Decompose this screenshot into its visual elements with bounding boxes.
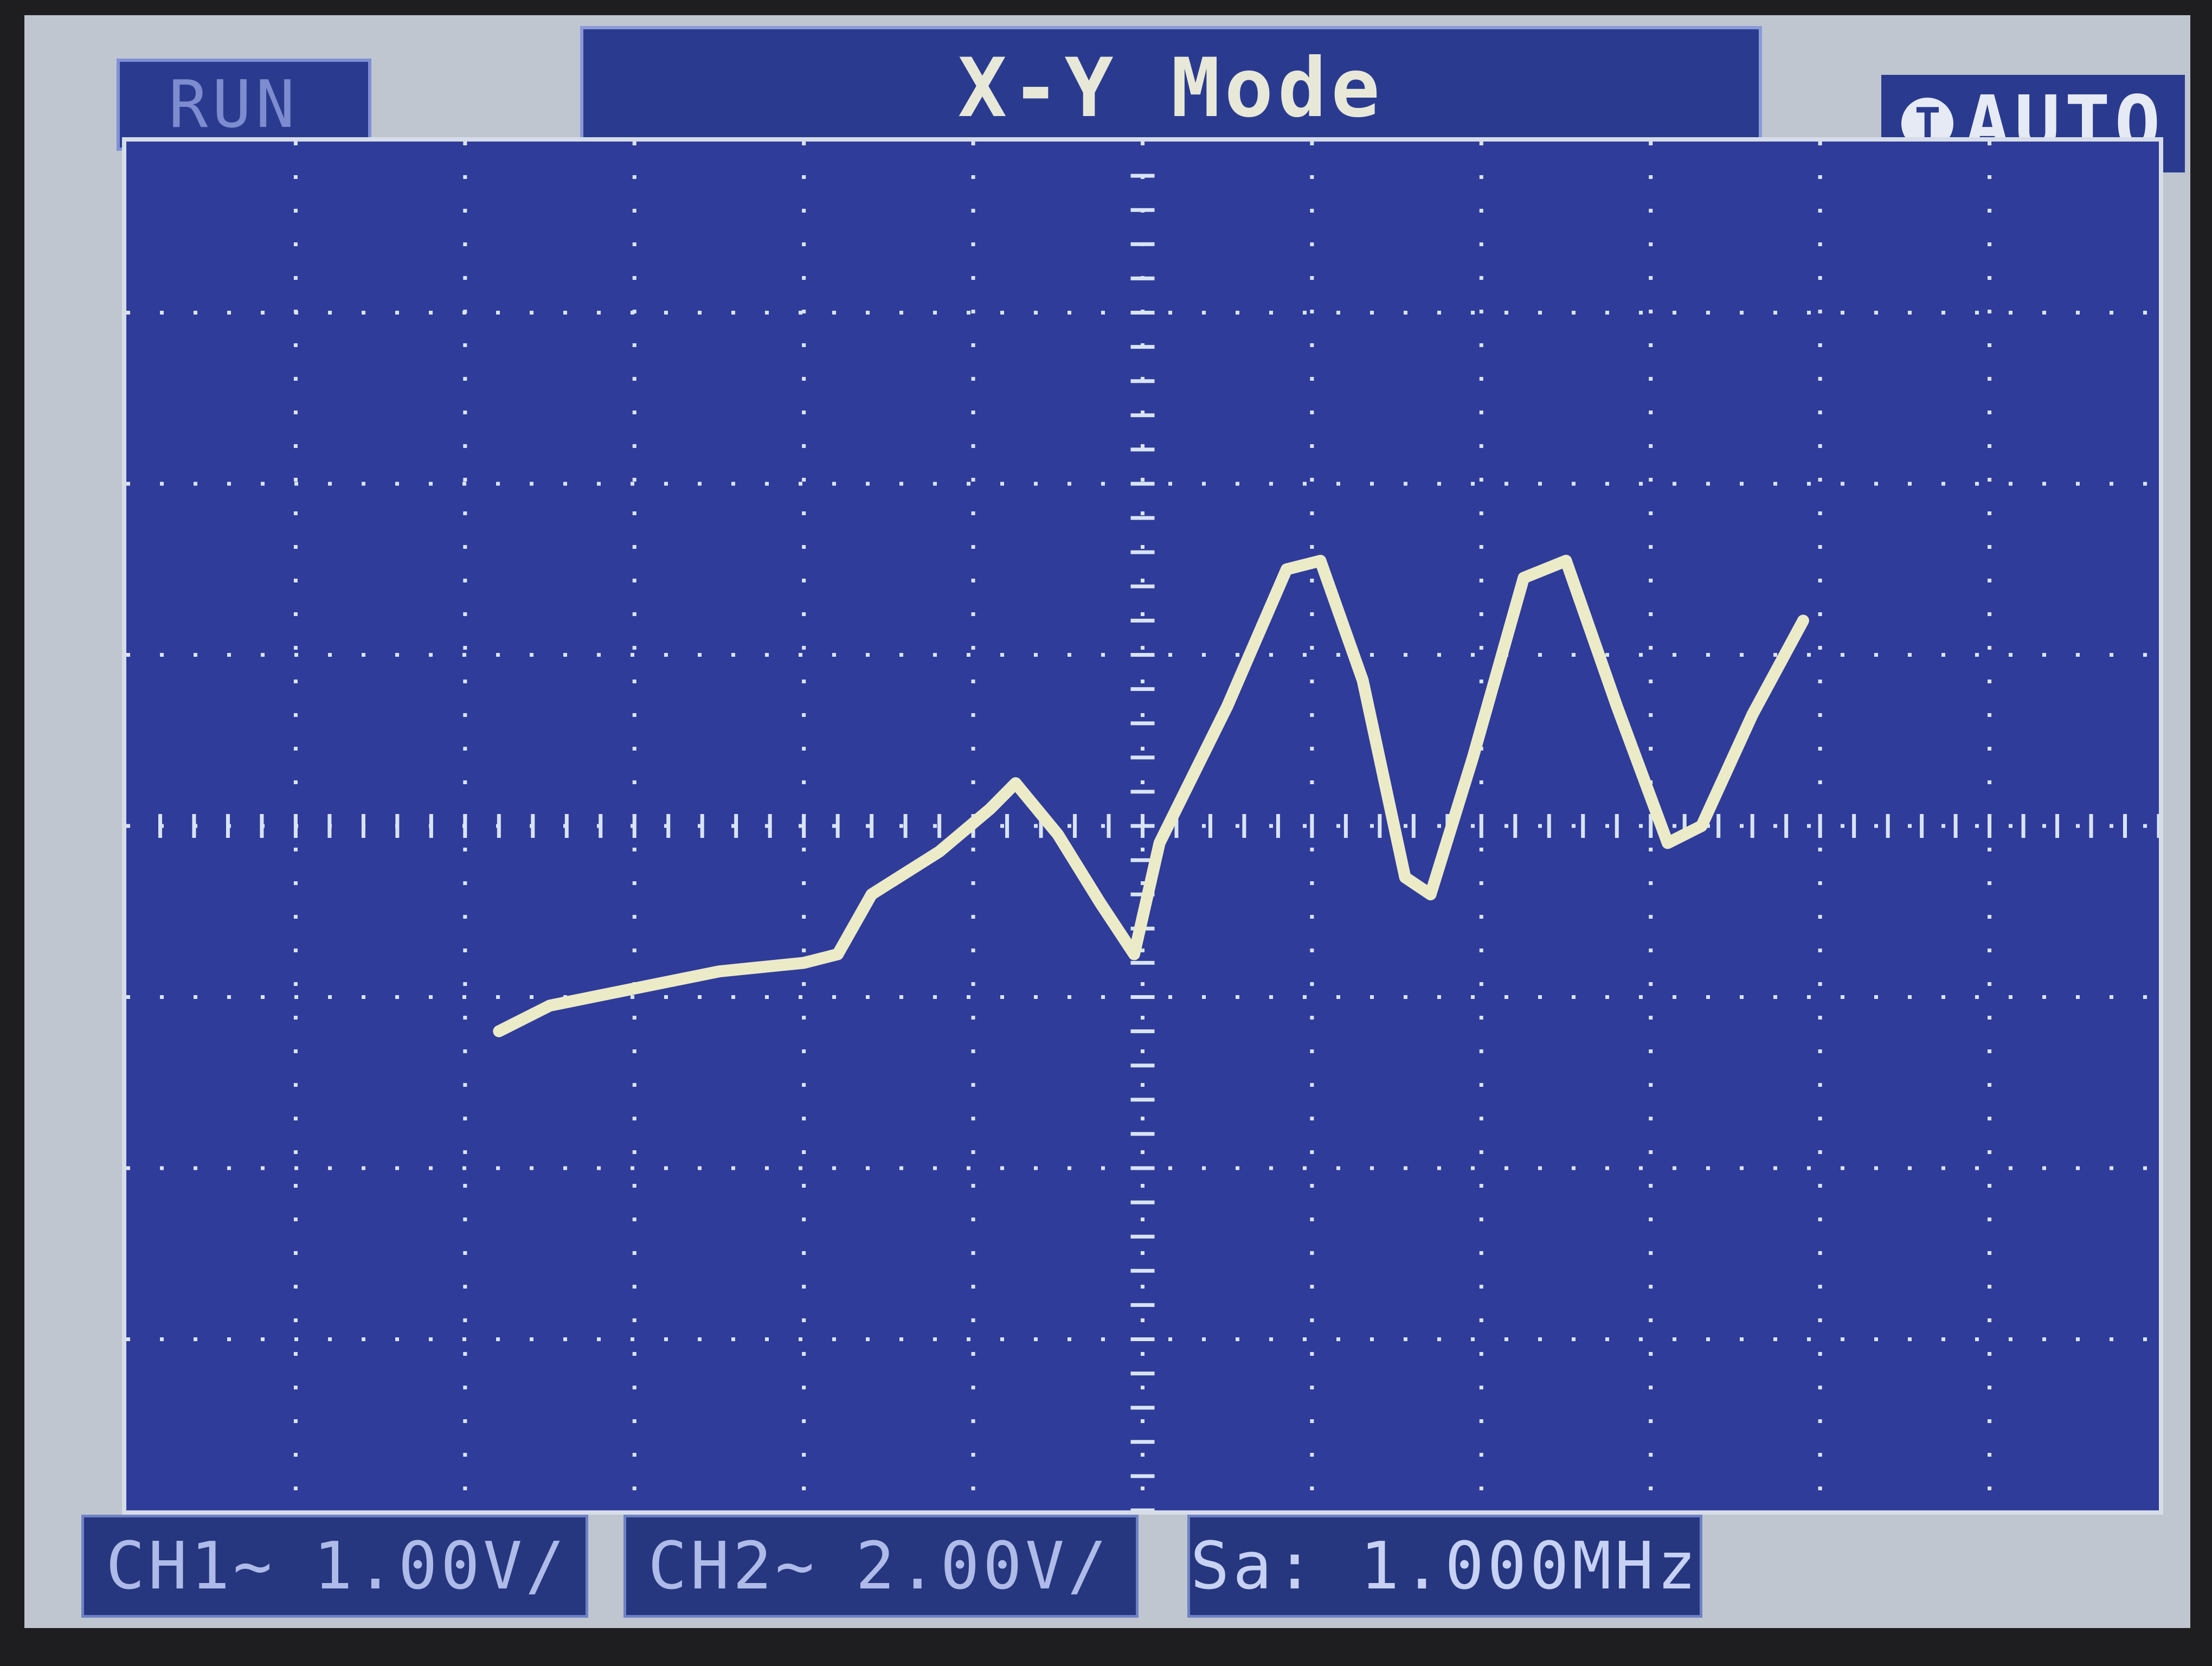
ac-coupling-icon: ~: [233, 1528, 275, 1604]
mode-title: X-Y Mode: [957, 41, 1385, 136]
sample-rate-label: Sa: 1.000MHz: [1190, 1528, 1700, 1604]
graticule-grid: [126, 142, 2159, 1510]
ch1-scale-panel[interactable]: CH1~ 1.00V/: [81, 1515, 588, 1618]
mode-title-panel: X-Y Mode: [580, 26, 1762, 151]
xy-display-graticule: [122, 137, 2163, 1515]
oscilloscope-bezel: RUN X-Y Mode T AUTO CH1~ 1.00V/ CH2~ 2.0…: [0, 0, 2212, 1666]
oscilloscope-screen: RUN X-Y Mode T AUTO CH1~ 1.00V/ CH2~ 2.0…: [24, 15, 2190, 1628]
ch2-scale-panel[interactable]: CH2~ 2.00V/: [623, 1515, 1139, 1618]
ch2-scale: 2.00V/: [856, 1528, 1110, 1604]
xy-trace: [493, 555, 1809, 1037]
ch2-name: CH2~: [648, 1529, 818, 1604]
run-state-label: RUN: [169, 67, 299, 143]
ch1-name: CH1~: [106, 1529, 275, 1604]
ac-coupling-icon: ~: [775, 1528, 818, 1604]
sample-rate-panel: Sa: 1.000MHz: [1187, 1515, 1702, 1618]
ch1-label: CH1: [106, 1528, 233, 1604]
ch1-scale: 1.00V/: [313, 1528, 568, 1604]
ch2-label: CH2: [648, 1528, 775, 1604]
